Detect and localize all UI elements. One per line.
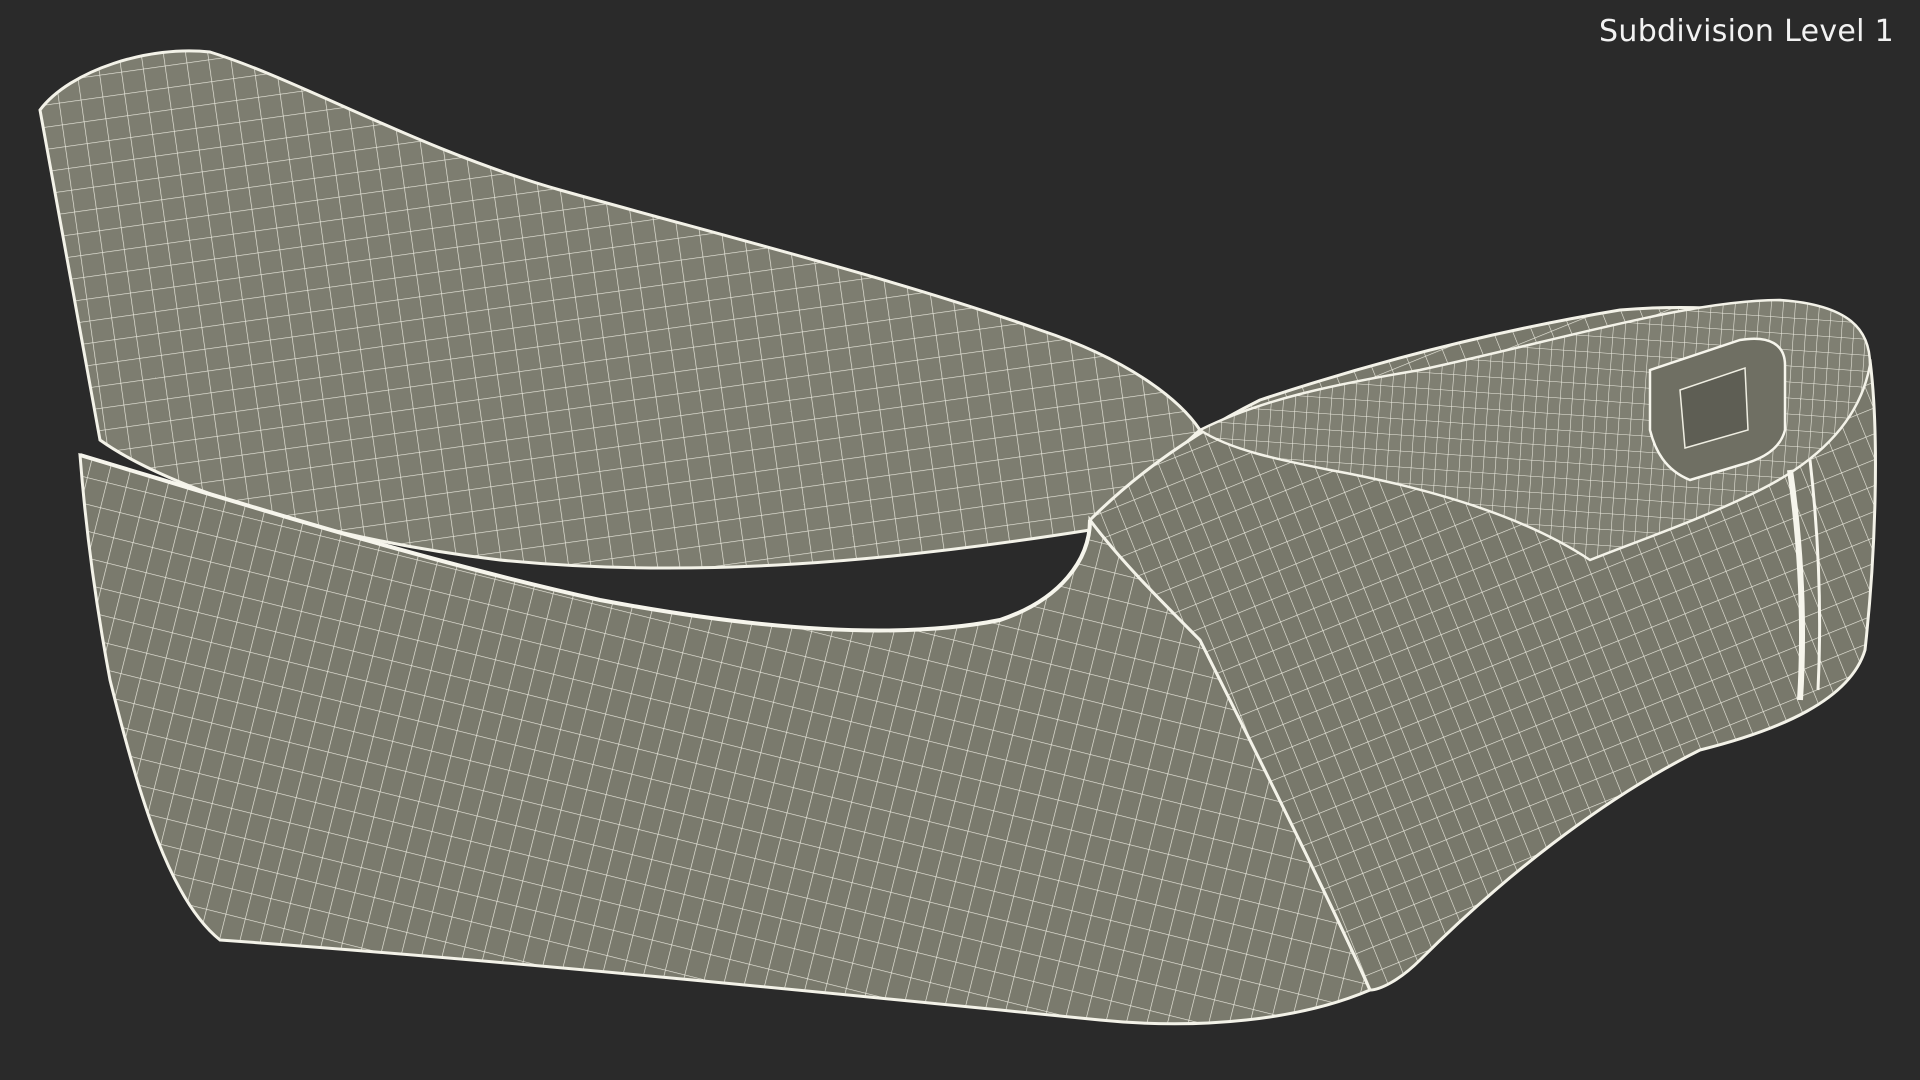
- mesh-upper-shell: [38, 49, 1202, 570]
- subdivision-level-label: Subdivision Level 1: [1599, 14, 1894, 49]
- render-viewport: [0, 0, 1920, 1080]
- mesh-render: [38, 49, 1877, 1026]
